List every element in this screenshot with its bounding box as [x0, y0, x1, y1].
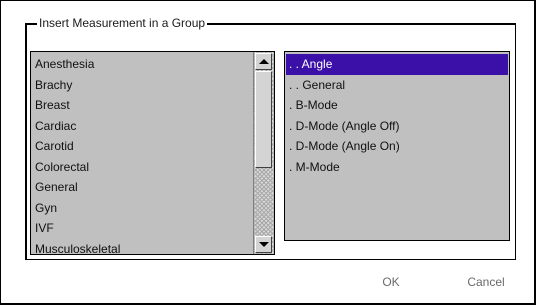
measurements-listbox[interactable]: . . Angle . . General . B-Mode . D-Mode … [284, 51, 510, 241]
scroll-thumb[interactable] [255, 71, 272, 168]
list-item-colorectal[interactable]: Colorectal [31, 157, 250, 178]
list-item-d-mode-angle-on[interactable]: . D-Mode (Angle On) [286, 136, 508, 157]
insert-measurement-dialog: Insert Measurement in a Group Anesthesia… [0, 0, 536, 305]
scroll-down-arrow-icon [259, 242, 269, 247]
list-item-cardiac[interactable]: Cardiac [31, 116, 250, 137]
list-item-m-mode[interactable]: . M-Mode [286, 157, 508, 178]
scroll-down-button[interactable] [255, 236, 272, 253]
list-item-breast[interactable]: Breast [31, 95, 250, 116]
list-item-angle[interactable]: . . Angle [286, 54, 508, 75]
list-item-d-mode-angle-off[interactable]: . D-Mode (Angle Off) [286, 116, 508, 137]
list-item-brachy[interactable]: Brachy [31, 75, 250, 96]
scroll-up-button[interactable] [255, 53, 272, 70]
list-item-general[interactable]: General [31, 177, 250, 198]
cancel-button[interactable]: Cancel [456, 271, 516, 293]
list-item-ivf[interactable]: IVF [31, 218, 250, 239]
groups-list-scrollbar[interactable] [253, 52, 274, 254]
group-box-title: Insert Measurement in a Group [37, 16, 208, 30]
list-item-gyn[interactable]: Gyn [31, 198, 250, 219]
list-item-musculoskeletal[interactable]: Musculoskeletal [31, 239, 250, 255]
list-item-carotid[interactable]: Carotid [31, 136, 250, 157]
groups-listbox[interactable]: Anesthesia Brachy Breast Cardiac Carotid… [30, 51, 275, 255]
list-item-b-mode[interactable]: . B-Mode [286, 95, 508, 116]
scroll-up-arrow-icon [259, 59, 269, 64]
groups-list-items: Anesthesia Brachy Breast Cardiac Carotid… [31, 52, 250, 254]
ok-button[interactable]: OK [371, 271, 411, 293]
list-item-anesthesia[interactable]: Anesthesia [31, 54, 250, 75]
list-item-general-measurement[interactable]: . . General [286, 75, 508, 96]
